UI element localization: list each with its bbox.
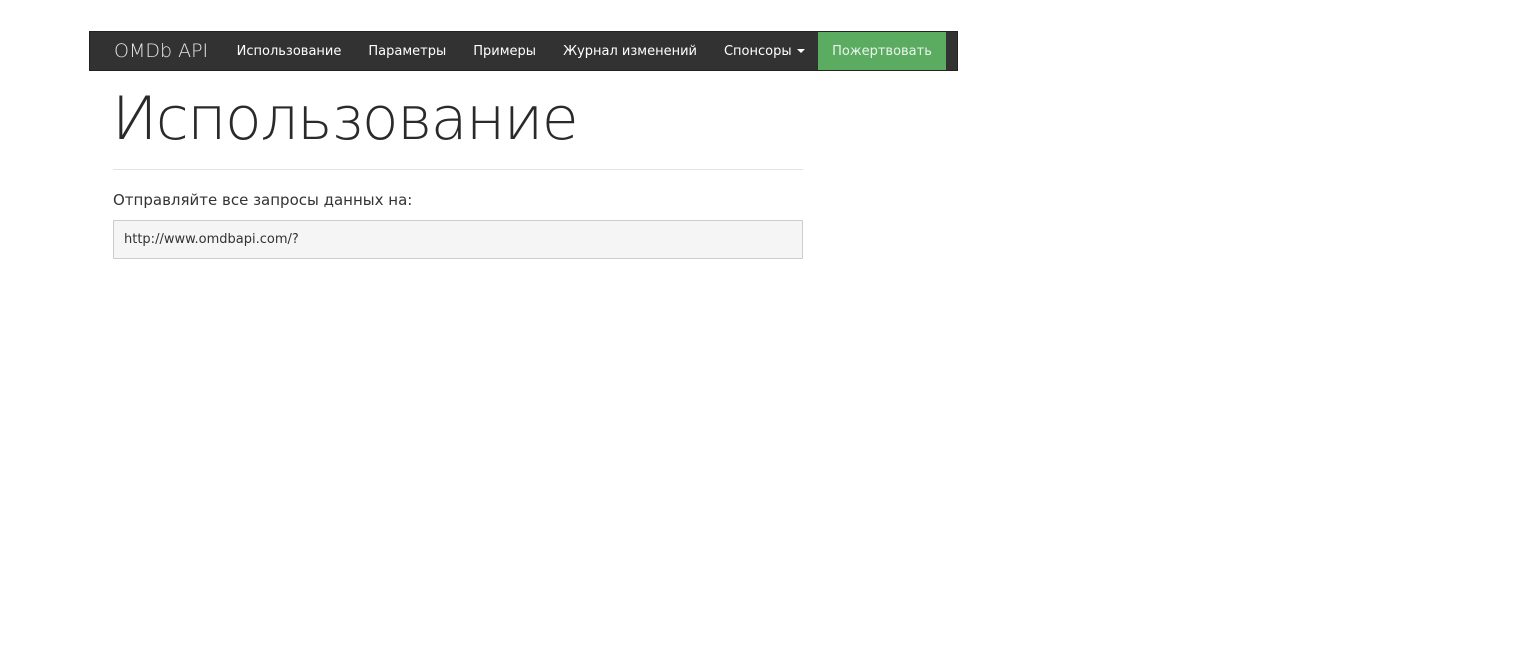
page-title: Использование (112, 84, 579, 154)
nav-item-changelog[interactable]: Журнал изменений (550, 32, 711, 70)
nav-item-sponsors-dropdown[interactable]: Спонсоры (710, 32, 818, 70)
nav-item-usage[interactable]: Использование (223, 32, 355, 70)
top-navbar: OMDb API Использование Параметры Примеры… (89, 31, 1026, 71)
brand-link[interactable]: OMDb API (90, 32, 223, 70)
endpoint-url: http://www.omdbapi.com/? (124, 232, 299, 247)
nav-item-sponsors-label: Спонсоры (723, 43, 792, 59)
endpoint-url-box: http://www.omdbapi.com/? (113, 220, 803, 259)
nav-item-examples[interactable]: Примеры (460, 32, 550, 70)
nav-item-contacts[interactable]: Контакты (946, 32, 1040, 70)
caret-down-icon (796, 49, 805, 53)
nav-item-parameters[interactable]: Параметры (355, 32, 460, 70)
intro-text: Отправляйте все запросы данных на: (113, 191, 413, 209)
title-divider (113, 169, 803, 170)
nav-item-donate[interactable]: Пожертвовать (818, 32, 946, 70)
